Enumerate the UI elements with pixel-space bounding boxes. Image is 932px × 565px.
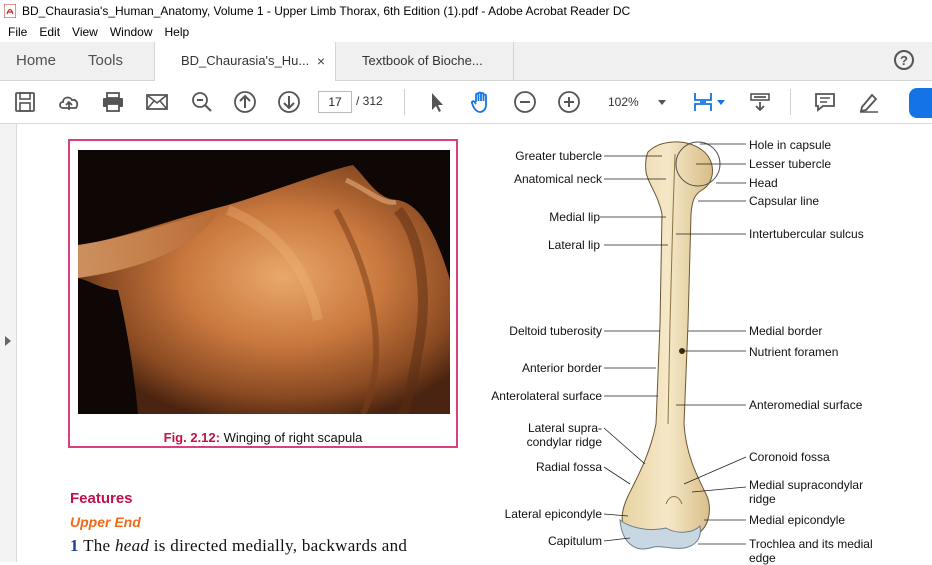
toolbar-divider bbox=[790, 89, 791, 115]
expand-panel-icon[interactable] bbox=[5, 336, 11, 346]
label-anteromedial-surface: Anteromedial surface bbox=[749, 398, 863, 412]
page-total: / 312 bbox=[356, 94, 383, 108]
tab-close-icon[interactable]: × bbox=[317, 42, 325, 80]
label-capsular-line: Capsular line bbox=[749, 194, 820, 208]
label-medial-supracondylar-ridge-2: ridge bbox=[749, 492, 776, 506]
paragraph-line: 1 The head is directed medially, backwar… bbox=[70, 536, 407, 556]
section-subheading: Upper End bbox=[70, 514, 141, 530]
label-lateral-lip: Lateral lip bbox=[547, 238, 600, 252]
document-viewer[interactable]: Fig. 2.12: Winging of right scapula Feat… bbox=[0, 124, 932, 565]
hand-tool-icon[interactable] bbox=[469, 90, 493, 114]
menu-help[interactable]: Help bbox=[165, 25, 190, 39]
menu-edit[interactable]: Edit bbox=[39, 25, 60, 39]
paragraph-text-start: The bbox=[83, 536, 111, 555]
share-button[interactable] bbox=[909, 88, 932, 118]
label-trochlea-2: edge bbox=[749, 551, 776, 565]
tab-document-anatomy-label: BD_Chaurasia's_Hu... bbox=[181, 53, 310, 68]
toolbar: 17 / 312 102% bbox=[0, 81, 932, 124]
comment-icon[interactable] bbox=[813, 90, 837, 114]
label-trochlea-1: Trochlea and its medial bbox=[749, 537, 873, 551]
window-title: BD_Chaurasia's_Human_Anatomy, Volume 1 -… bbox=[22, 4, 631, 18]
page-number-input[interactable]: 17 bbox=[318, 91, 352, 113]
zoom-search-icon[interactable] bbox=[190, 90, 214, 114]
paragraph-number: 1 bbox=[70, 536, 79, 555]
label-greater-tubercle: Greater tubercle bbox=[515, 149, 602, 163]
label-lateral-supracondylar-ridge-1: Lateral supra- bbox=[527, 421, 602, 435]
label-head: Head bbox=[749, 176, 778, 190]
menu-window[interactable]: Window bbox=[110, 25, 153, 39]
paragraph-italic-term: head bbox=[114, 536, 150, 555]
highlight-pen-icon[interactable] bbox=[857, 90, 881, 114]
zoom-out-icon[interactable] bbox=[513, 90, 537, 114]
label-radial-fossa: Radial fossa bbox=[535, 460, 602, 474]
page-fit-icon[interactable] bbox=[691, 90, 715, 114]
figure-caption: Fig. 2.12: Winging of right scapula bbox=[70, 430, 456, 445]
label-anatomical-neck: Anatomical neck bbox=[513, 172, 602, 186]
label-medial-border: Medial border bbox=[749, 324, 823, 338]
previous-page-icon[interactable] bbox=[233, 90, 257, 114]
label-coronoid-fossa: Coronoid fossa bbox=[749, 450, 830, 464]
select-cursor-icon[interactable] bbox=[425, 90, 449, 114]
label-lesser-tubercle: Lesser tubercle bbox=[749, 157, 832, 171]
left-panel-rail[interactable] bbox=[0, 124, 17, 562]
label-deltoid-tuberosity: Deltoid tuberosity bbox=[509, 324, 602, 338]
print-icon[interactable] bbox=[101, 90, 125, 114]
figure-frame: Fig. 2.12: Winging of right scapula bbox=[68, 139, 458, 448]
scapula-photo bbox=[78, 150, 450, 414]
label-anterolateral-surface: Anterolateral surface bbox=[491, 389, 602, 403]
tab-home[interactable]: Home bbox=[16, 42, 56, 80]
figure-caption-text: Winging of right scapula bbox=[223, 430, 363, 445]
menu-view[interactable]: View bbox=[72, 25, 98, 39]
scapula-photo-drawing bbox=[78, 150, 450, 414]
menu-file[interactable]: File bbox=[8, 25, 27, 39]
tab-document-biochemistry-label: Textbook of Bioche... bbox=[362, 53, 483, 68]
tab-document-biochemistry[interactable]: Textbook of Bioche... bbox=[336, 42, 514, 80]
label-capitulum: Capitulum bbox=[547, 534, 602, 548]
save-icon[interactable] bbox=[13, 90, 37, 114]
tab-document-anatomy[interactable]: BD_Chaurasia's_Hu... × bbox=[154, 42, 336, 81]
label-hole-in-capsule: Hole in capsule bbox=[749, 138, 832, 152]
chevron-down-icon bbox=[658, 100, 666, 105]
section-heading: Features bbox=[70, 490, 133, 507]
label-nutrient-foramen: Nutrient foramen bbox=[749, 345, 839, 359]
title-bar: BD_Chaurasia's_Human_Anatomy, Volume 1 -… bbox=[0, 0, 932, 22]
zoom-in-icon[interactable] bbox=[557, 90, 581, 114]
label-medial-lip: Medial lip bbox=[549, 210, 600, 224]
label-intertubercular-sulcus: Intertubercular sulcus bbox=[749, 227, 864, 241]
zoom-level-select[interactable]: 102% bbox=[600, 91, 670, 113]
scrolling-mode-icon[interactable] bbox=[748, 90, 772, 114]
acrobat-icon bbox=[4, 4, 16, 18]
label-medial-epicondyle: Medial epicondyle bbox=[749, 513, 846, 527]
menu-bar: File Edit View Window Help bbox=[0, 22, 932, 42]
figure-caption-label: Fig. 2.12: bbox=[163, 430, 220, 445]
humerus-diagram bbox=[600, 141, 747, 550]
label-lateral-supracondylar-ridge-2: condylar ridge bbox=[526, 435, 602, 449]
zoom-level-value: 102% bbox=[608, 95, 639, 109]
page-fit-dropdown-icon[interactable] bbox=[717, 100, 725, 105]
email-icon[interactable] bbox=[145, 90, 169, 114]
next-page-icon[interactable] bbox=[277, 90, 301, 114]
paragraph-text-end: is directed medially, backwards and bbox=[153, 536, 408, 555]
upload-cloud-icon[interactable] bbox=[57, 90, 81, 114]
label-lateral-epicondyle: Lateral epicondyle bbox=[504, 507, 602, 521]
tab-tools[interactable]: Tools bbox=[88, 42, 123, 80]
label-anterior-border: Anterior border bbox=[521, 361, 602, 375]
toolbar-divider bbox=[404, 89, 405, 115]
label-medial-supracondylar-ridge-1: Medial supracondylar bbox=[749, 478, 864, 492]
tab-bar: Home Tools BD_Chaurasia's_Hu... × Textbo… bbox=[0, 42, 932, 81]
help-icon[interactable]: ? bbox=[894, 50, 914, 70]
